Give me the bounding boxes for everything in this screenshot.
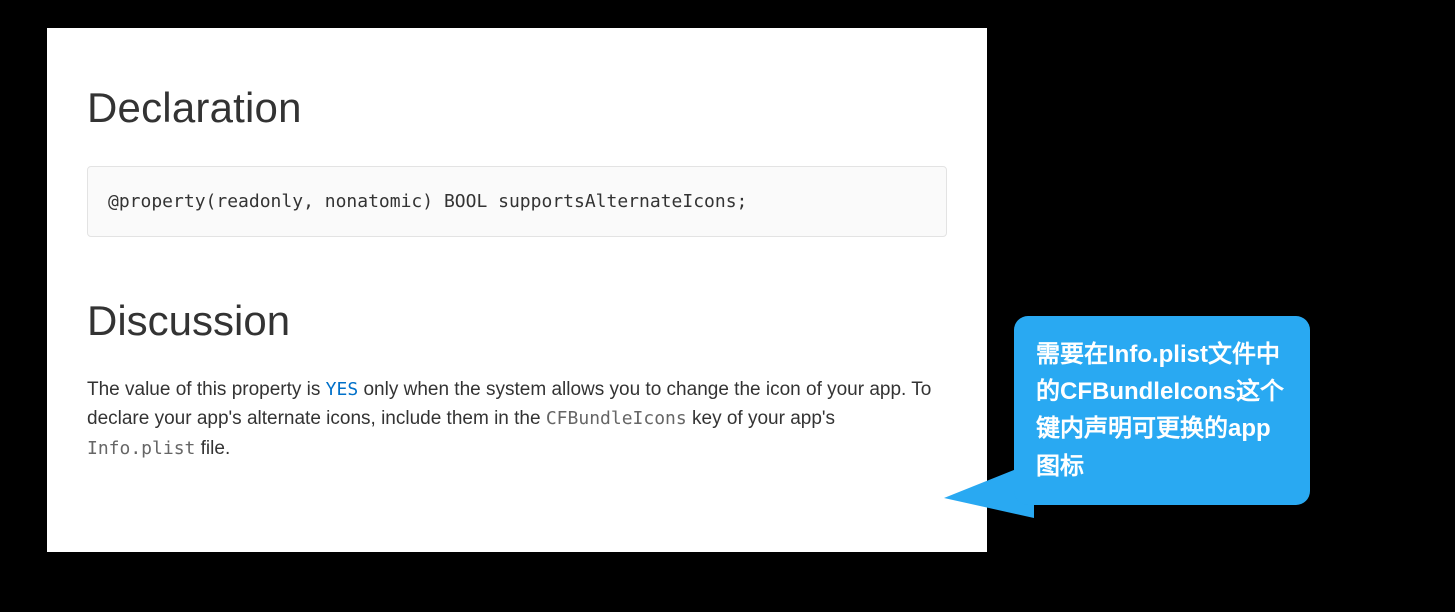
discussion-text-mid2: key of your app's	[687, 408, 835, 429]
discussion-paragraph: The value of this property is YES only w…	[87, 375, 947, 463]
inline-constant-yes: YES	[326, 379, 359, 400]
declaration-code: @property(readonly, nonatomic) BOOL supp…	[108, 191, 747, 212]
inline-code-infoplist: Info.plist	[87, 438, 195, 459]
discussion-text-end: file.	[195, 438, 230, 459]
declaration-code-block: @property(readonly, nonatomic) BOOL supp…	[87, 166, 947, 237]
documentation-panel: Declaration @property(readonly, nonatomi…	[47, 28, 987, 552]
annotation-callout: 需要在Info.plist文件中的CFBundleIcons这个键内声明可更换的…	[1014, 316, 1310, 505]
declaration-heading: Declaration	[87, 84, 947, 132]
inline-code-cfbundleicons: CFBundleIcons	[546, 408, 687, 429]
discussion-text-pre: The value of this property is	[87, 379, 326, 400]
discussion-heading: Discussion	[87, 297, 947, 345]
